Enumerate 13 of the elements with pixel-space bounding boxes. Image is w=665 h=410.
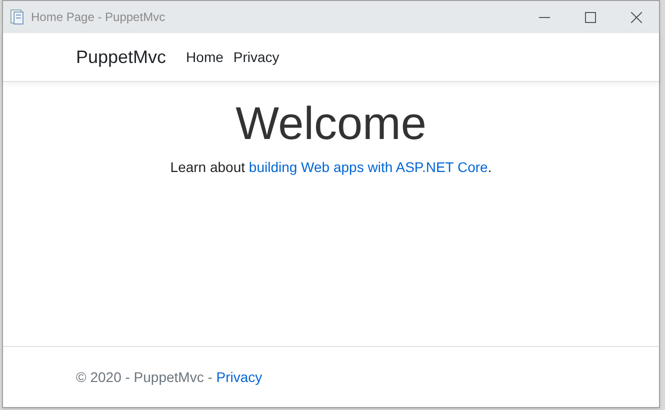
maximize-icon: [584, 12, 596, 22]
footer-text: © 2020 - PuppetMvc - Privacy: [76, 368, 262, 387]
nav-link[interactable]: Home: [186, 46, 224, 68]
close-icon: [630, 12, 642, 22]
window-title: Home Page - PuppetMvc: [31, 9, 166, 26]
nav-link[interactable]: Privacy: [233, 46, 280, 68]
minimize-icon: [538, 16, 550, 18]
docs-link[interactable]: building Web apps with ASP.NET Core: [248, 159, 488, 176]
page-icon: [9, 9, 25, 25]
privacy-link[interactable]: Privacy: [216, 368, 262, 384]
intro-text: Learn about building Web apps with ASP.NET Core.: [170, 158, 492, 178]
welcome-heading: Welcome: [236, 96, 426, 151]
brand-link[interactable]: PuppetMvc: [76, 44, 166, 70]
